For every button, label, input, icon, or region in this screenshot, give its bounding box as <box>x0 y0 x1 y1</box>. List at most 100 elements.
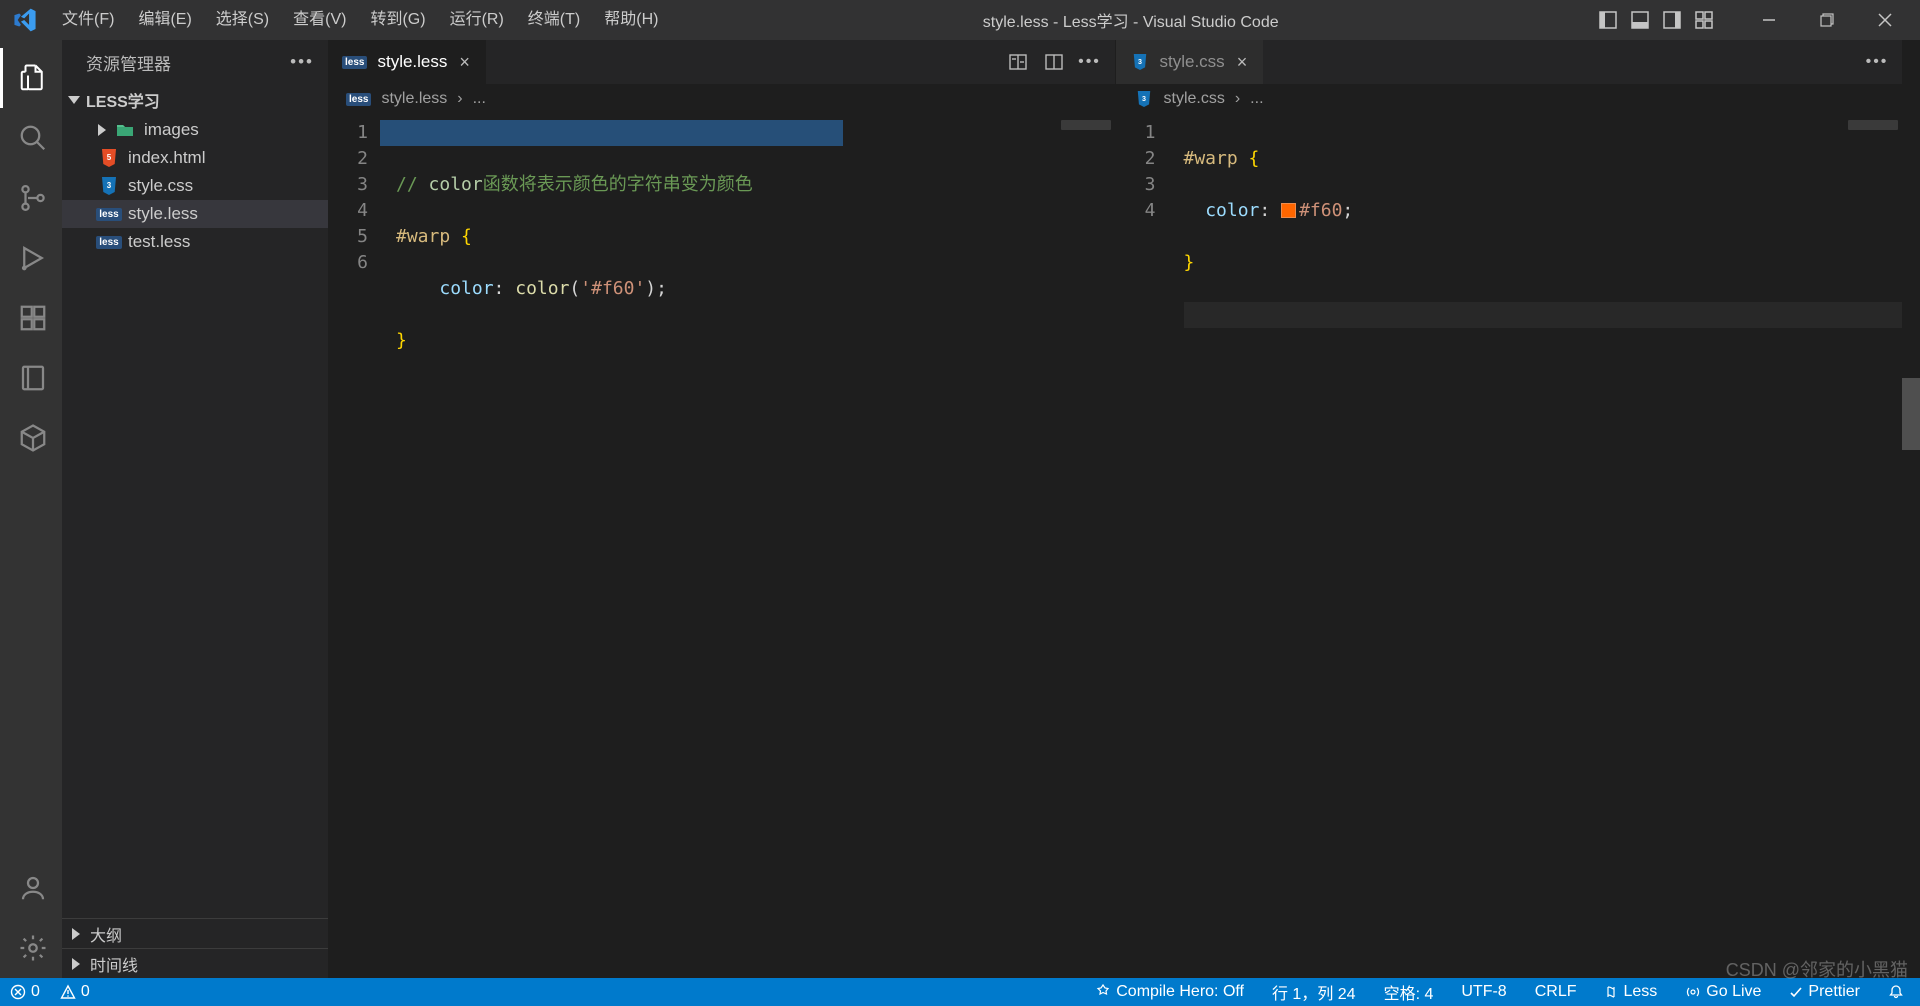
activity-account-icon[interactable] <box>0 858 62 918</box>
editor-group: less style.less × ••• less style.less › <box>328 40 1902 978</box>
window-restore-icon[interactable] <box>1798 0 1856 40</box>
svg-text:3: 3 <box>1138 58 1142 66</box>
scrollbar-vertical[interactable] <box>1902 40 1920 978</box>
split-editor-icon[interactable] <box>1043 51 1065 73</box>
tree-item-label: images <box>144 120 199 140</box>
code-content-right[interactable]: #warp { color: #f60; } <box>1168 114 1903 978</box>
project-root-label: LESS学习 <box>86 88 160 112</box>
menu-goto[interactable]: 转到(G) <box>358 0 437 40</box>
status-prettier[interactable]: Prettier <box>1783 983 1866 1001</box>
timeline-label: 时间线 <box>90 952 138 976</box>
menu-view[interactable]: 查看(V) <box>281 0 358 40</box>
status-go-live[interactable]: Go Live <box>1679 983 1767 1001</box>
status-indent[interactable]: 空格: 4 <box>1378 980 1440 1004</box>
scrollbar-thumb[interactable] <box>1902 378 1920 450</box>
svg-text:3: 3 <box>107 181 112 190</box>
timeline-section[interactable]: 时间线 <box>62 948 328 978</box>
window-close-icon[interactable] <box>1856 0 1914 40</box>
less-file-icon: less <box>342 56 367 69</box>
breadcrumbs-left[interactable]: less style.less › ... <box>328 84 1115 114</box>
folder-images[interactable]: images <box>62 116 328 144</box>
compare-changes-icon[interactable] <box>1007 51 1029 73</box>
menu-file[interactable]: 文件(F) <box>50 0 126 40</box>
activity-book-icon[interactable] <box>0 348 62 408</box>
window-minimize-icon[interactable] <box>1740 0 1798 40</box>
file-tree: images 5 index.html 3 style.css less sty… <box>62 116 328 918</box>
code-content-left[interactable]: // color函数将表示颜色的字符串变为颜色 #warp { color: c… <box>380 114 1115 978</box>
line-number-gutter: 1 2 3 4 5 6 <box>328 114 380 978</box>
less-file-icon: less <box>346 93 371 106</box>
sidebar-title: 资源管理器 <box>86 50 171 75</box>
activity-bar <box>0 40 62 978</box>
outline-label: 大纲 <box>90 922 122 946</box>
minimap[interactable] <box>1061 120 1111 130</box>
status-bar: 0 0 Compile Hero: Off 行 1，列 24 空格: 4 UTF… <box>0 978 1920 1006</box>
menu-bar: 文件(F) 编辑(E) 选择(S) 查看(V) 转到(G) 运行(R) 终端(T… <box>50 0 670 40</box>
status-line-column[interactable]: 行 1，列 24 <box>1266 980 1362 1004</box>
status-errors-count: 0 <box>31 983 40 1001</box>
breadcrumbs-right[interactable]: 3 style.css › ... <box>1116 84 1903 114</box>
file-test-less[interactable]: less test.less <box>62 228 328 256</box>
editor-right: 3 style.css × ••• 3 style.css › ... <box>1115 40 1903 978</box>
chevron-down-icon <box>68 96 80 104</box>
svg-text:5: 5 <box>107 153 112 162</box>
tab-label: style.less <box>377 52 447 72</box>
status-warnings-count: 0 <box>81 983 90 1001</box>
customize-layout-icon[interactable] <box>1693 9 1715 31</box>
tab-style-less[interactable]: less style.less × <box>328 40 487 84</box>
breadcrumb-tail: ... <box>1250 90 1263 108</box>
activity-settings-icon[interactable] <box>0 918 62 978</box>
tab-bar-left: less style.less × ••• <box>328 40 1115 84</box>
tab-bar-right: 3 style.css × ••• <box>1116 40 1903 84</box>
activity-search-icon[interactable] <box>0 108 62 168</box>
tab-style-css[interactable]: 3 style.css × <box>1116 40 1265 84</box>
status-errors[interactable]: 0 <box>4 983 46 1001</box>
file-style-css[interactable]: 3 style.css <box>62 172 328 200</box>
html-file-icon: 5 <box>98 147 120 169</box>
tree-item-label: index.html <box>128 148 205 168</box>
activity-run-debug-icon[interactable] <box>0 228 62 288</box>
window-title: style.less - Less学习 - Visual Studio Code <box>670 8 1591 32</box>
toggle-secondary-sidebar-icon[interactable] <box>1661 9 1683 31</box>
more-actions-icon[interactable]: ••• <box>1866 51 1888 73</box>
code-area-left[interactable]: 1 2 3 4 5 6 // color函数将表示颜色的字符串变为颜色 #war… <box>328 114 1115 978</box>
less-file-icon: less <box>98 203 120 225</box>
close-icon[interactable]: × <box>457 52 472 73</box>
close-icon[interactable]: × <box>1235 52 1250 73</box>
menu-edit[interactable]: 编辑(E) <box>126 0 203 40</box>
activity-source-control-icon[interactable] <box>0 168 62 228</box>
toggle-primary-sidebar-icon[interactable] <box>1597 9 1619 31</box>
menu-run[interactable]: 运行(R) <box>438 0 516 40</box>
status-eol[interactable]: CRLF <box>1529 983 1583 1001</box>
file-style-less[interactable]: less style.less <box>62 200 328 228</box>
tree-item-label: style.less <box>128 204 198 224</box>
status-compile-hero[interactable]: Compile Hero: Off <box>1089 983 1250 1001</box>
menu-select[interactable]: 选择(S) <box>204 0 281 40</box>
chevron-right-icon: › <box>457 90 462 108</box>
chevron-right-icon <box>98 124 106 136</box>
minimap[interactable] <box>1848 120 1898 130</box>
vscode-logo <box>0 7 50 33</box>
toggle-panel-icon[interactable] <box>1629 9 1651 31</box>
status-encoding[interactable]: UTF-8 <box>1455 983 1512 1001</box>
line-number-gutter: 1 2 3 4 <box>1116 114 1168 978</box>
status-language[interactable]: Less <box>1598 983 1663 1001</box>
chevron-right-icon <box>72 928 80 940</box>
file-index-html[interactable]: 5 index.html <box>62 144 328 172</box>
tab-label: style.css <box>1160 52 1225 72</box>
color-swatch[interactable] <box>1281 203 1296 218</box>
activity-extensions-icon[interactable] <box>0 288 62 348</box>
status-warnings[interactable]: 0 <box>54 983 96 1001</box>
outline-section[interactable]: 大纲 <box>62 918 328 948</box>
menu-terminal[interactable]: 终端(T) <box>516 0 592 40</box>
project-root[interactable]: LESS学习 <box>62 84 328 116</box>
activity-explorer-icon[interactable] <box>0 48 62 108</box>
more-actions-icon[interactable]: ••• <box>1079 51 1101 73</box>
activity-cube-icon[interactable] <box>0 408 62 468</box>
breadcrumb-file: style.css <box>1164 90 1225 108</box>
status-notifications-icon[interactable] <box>1882 984 1910 1000</box>
code-area-right[interactable]: 1 2 3 4 #warp { color: #f60; } <box>1116 114 1903 978</box>
menu-help[interactable]: 帮助(H) <box>592 0 670 40</box>
svg-text:3: 3 <box>1142 95 1146 103</box>
sidebar-more-icon[interactable]: ••• <box>290 52 314 72</box>
